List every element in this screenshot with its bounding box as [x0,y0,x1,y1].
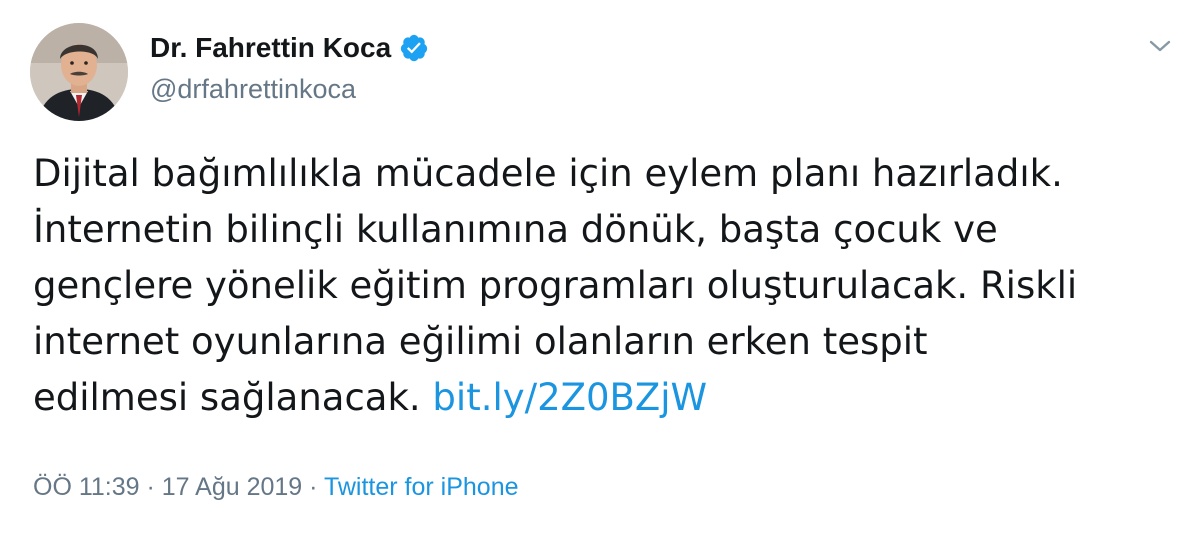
tweet-text-line: edilmesi sağlanacak. [33,376,421,419]
tweet-text-line: İnternetin bilinçli kullanımına dönük, b… [33,208,998,251]
tweet-link[interactable]: bit.ly/2Z0BZjW [432,376,707,419]
tweet-text-last-line: edilmesi sağlanacak. bit.ly/2Z0BZjW [33,370,1173,426]
tweet-text-line: Dijital bağımlılıkla mücadele için eylem… [33,152,1063,195]
avatar-image [30,23,128,121]
tweet-meta: ÖÖ 11:39 · 17 Ağu 2019 · Twitter for iPh… [33,473,519,502]
meta-separator: · [146,473,155,501]
author-name-row: Dr. Fahrettin Koca [150,26,429,70]
tweet-text-line: gençlere yönelik eğitim programları oluş… [33,264,1078,307]
tweet-source[interactable]: Twitter for iPhone [324,473,519,501]
tweet-card: Dr. Fahrettin Koca @drfahrettinkoca Diji… [0,0,1200,534]
chevron-down-icon[interactable] [1146,36,1174,56]
meta-separator: · [309,473,318,501]
user-handle[interactable]: @drfahrettinkoca [150,74,429,105]
tweet-date[interactable]: 17 Ağu 2019 [162,473,302,501]
display-name[interactable]: Dr. Fahrettin Koca [150,32,391,64]
author-block: Dr. Fahrettin Koca @drfahrettinkoca [150,26,429,105]
tweet-text: Dijital bağımlılıkla mücadele için eylem… [33,146,1173,426]
verified-badge-icon [399,33,429,63]
avatar[interactable] [30,23,128,121]
tweet-text-line: internet oyunlarına eğilimi olanların er… [33,320,928,363]
tweet-time[interactable]: ÖÖ 11:39 [33,473,140,501]
